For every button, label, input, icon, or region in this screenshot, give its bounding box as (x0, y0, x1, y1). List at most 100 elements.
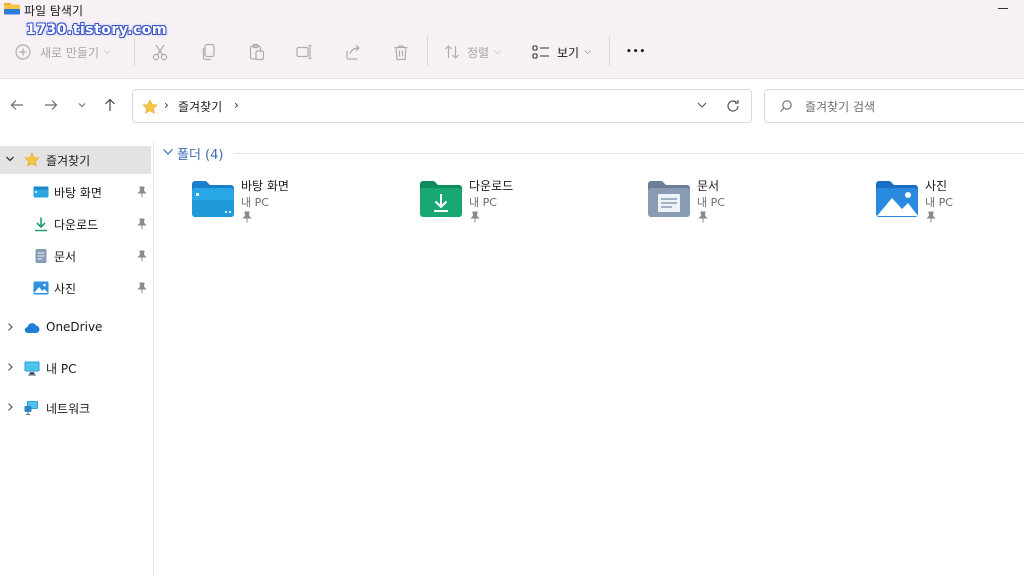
star-icon (142, 99, 158, 114)
delete-button[interactable] (393, 41, 409, 63)
star-icon (24, 152, 40, 167)
pin-icon (242, 211, 252, 223)
folder-name: 사진 (925, 179, 948, 193)
chevron-down-icon: ⌵ (104, 47, 111, 57)
sidebar-item-this-pc[interactable]: 내 PC (0, 354, 151, 382)
toolbar-divider (134, 36, 135, 66)
trash-icon (394, 44, 408, 60)
sidebar-item-pictures[interactable]: 사진 (0, 274, 151, 302)
refresh-icon[interactable] (725, 98, 741, 114)
folder-tile-downloads[interactable]: 다운로드 내 PC (419, 172, 619, 228)
new-button[interactable]: 새로 만들기 ⌵ (15, 41, 111, 63)
sidebar-item-label: 즐겨찾기 (46, 154, 91, 168)
chevron-down-icon[interactable] (5, 153, 15, 165)
folder-name: 바탕 화면 (241, 179, 289, 193)
search-input[interactable]: 즐겨찾기 검색 (805, 98, 875, 115)
share-button[interactable] (344, 41, 362, 63)
folder-name: 문서 (697, 179, 720, 193)
group-divider (234, 153, 1024, 154)
desktop-icon (33, 186, 49, 198)
chevron-down-icon[interactable] (696, 100, 708, 110)
sidebar-item-desktop[interactable]: 바탕 화면 (0, 178, 151, 206)
monitor-icon (24, 361, 40, 376)
sort-button-label: 정렬 (467, 45, 490, 60)
chevron-right-icon[interactable] (5, 401, 15, 413)
breadcrumb-separator[interactable]: › (164, 98, 169, 112)
pin-icon (698, 211, 708, 223)
group-label: 폴더 (4) (177, 148, 224, 163)
folder-tile-documents[interactable]: 문서 내 PC (647, 172, 847, 228)
chevron-down-icon (78, 103, 86, 108)
download-folder-icon (420, 181, 462, 217)
pin-icon[interactable] (137, 186, 147, 198)
sidebar-item-label: OneDrive (46, 320, 103, 334)
up-button[interactable] (101, 96, 119, 114)
toolbar-divider (427, 36, 428, 66)
pin-icon (470, 211, 480, 223)
rename-button[interactable] (296, 41, 314, 63)
sidebar-item-label: 다운로드 (54, 218, 99, 232)
back-button[interactable] (8, 96, 26, 114)
toolbar-divider (609, 36, 610, 66)
minimize-button[interactable] (996, 1, 1010, 15)
share-icon (346, 44, 360, 60)
sidebar-item-favorites[interactable]: 즐겨찾기 (0, 146, 151, 174)
chevron-right-icon[interactable] (5, 321, 15, 333)
view-icon (532, 45, 549, 59)
copy-button[interactable] (201, 41, 217, 63)
chevron-right-icon[interactable] (5, 361, 15, 373)
document-icon (35, 249, 47, 263)
cloud-icon (24, 323, 40, 334)
arrow-up-icon (105, 98, 115, 111)
window-title: 파일 탐색기 (24, 4, 84, 18)
forward-button[interactable] (42, 96, 60, 114)
sidebar-item-label: 사진 (54, 282, 77, 296)
paste-button[interactable] (249, 41, 265, 63)
cut-button[interactable] (152, 41, 168, 63)
pin-icon[interactable] (137, 282, 147, 294)
plus-circle-icon (15, 44, 31, 60)
chevron-down-icon[interactable] (162, 146, 174, 158)
pin-icon[interactable] (137, 218, 147, 230)
rename-icon (296, 44, 312, 60)
new-button-label: 새로 만들기 (40, 45, 100, 60)
cut-icon (152, 44, 168, 61)
desktop-folder-icon (192, 181, 234, 217)
arrow-right-icon (45, 100, 58, 110)
view-button-label: 보기 (557, 45, 580, 60)
sort-button[interactable]: 정렬 ⌵ (444, 41, 501, 63)
address-bar[interactable]: › 즐겨찾기 › (132, 89, 752, 123)
recent-locations-button[interactable] (73, 96, 91, 114)
sidebar-item-label: 네트워크 (46, 402, 91, 416)
sidebar-item-label: 바탕 화면 (54, 186, 102, 200)
more-icon: ••• (626, 47, 647, 57)
sort-icon (445, 45, 459, 59)
view-button[interactable]: 보기 ⌵ (532, 41, 591, 63)
breadcrumb-item[interactable]: 즐겨찾기 (178, 98, 222, 115)
pictures-icon (33, 281, 49, 295)
sidebar-item-label: 내 PC (46, 362, 77, 376)
folder-location: 내 PC (697, 196, 725, 209)
sidebar-item-label: 문서 (54, 250, 77, 264)
chevron-down-icon: ⌵ (584, 47, 591, 57)
search-box[interactable]: 즐겨찾기 검색 (764, 89, 1024, 123)
folder-tile-pictures[interactable]: 사진 내 PC (875, 172, 1024, 228)
pin-icon[interactable] (137, 250, 147, 262)
search-icon (780, 100, 792, 112)
sidebar-item-network[interactable]: 네트워크 (0, 394, 151, 422)
arrow-left-icon (10, 100, 23, 110)
folders-group-header[interactable]: 폴더 (4) (160, 143, 1024, 163)
sidebar-item-documents[interactable]: 문서 (0, 242, 151, 270)
download-icon (35, 217, 47, 232)
more-options-button[interactable]: ••• (626, 41, 646, 63)
sidebar-item-onedrive[interactable]: OneDrive (0, 314, 151, 342)
chevron-down-icon: ⌵ (494, 47, 501, 57)
sidebar-item-downloads[interactable]: 다운로드 (0, 210, 151, 238)
copy-icon (202, 43, 215, 61)
title-bar: 파일 탐색기 (0, 0, 1024, 18)
file-explorer-icon (4, 3, 20, 15)
folder-location: 내 PC (469, 196, 497, 209)
folder-tile-desktop[interactable]: 바탕 화면 내 PC (191, 172, 391, 228)
folder-name: 다운로드 (469, 179, 514, 193)
breadcrumb-separator[interactable]: › (234, 98, 239, 112)
